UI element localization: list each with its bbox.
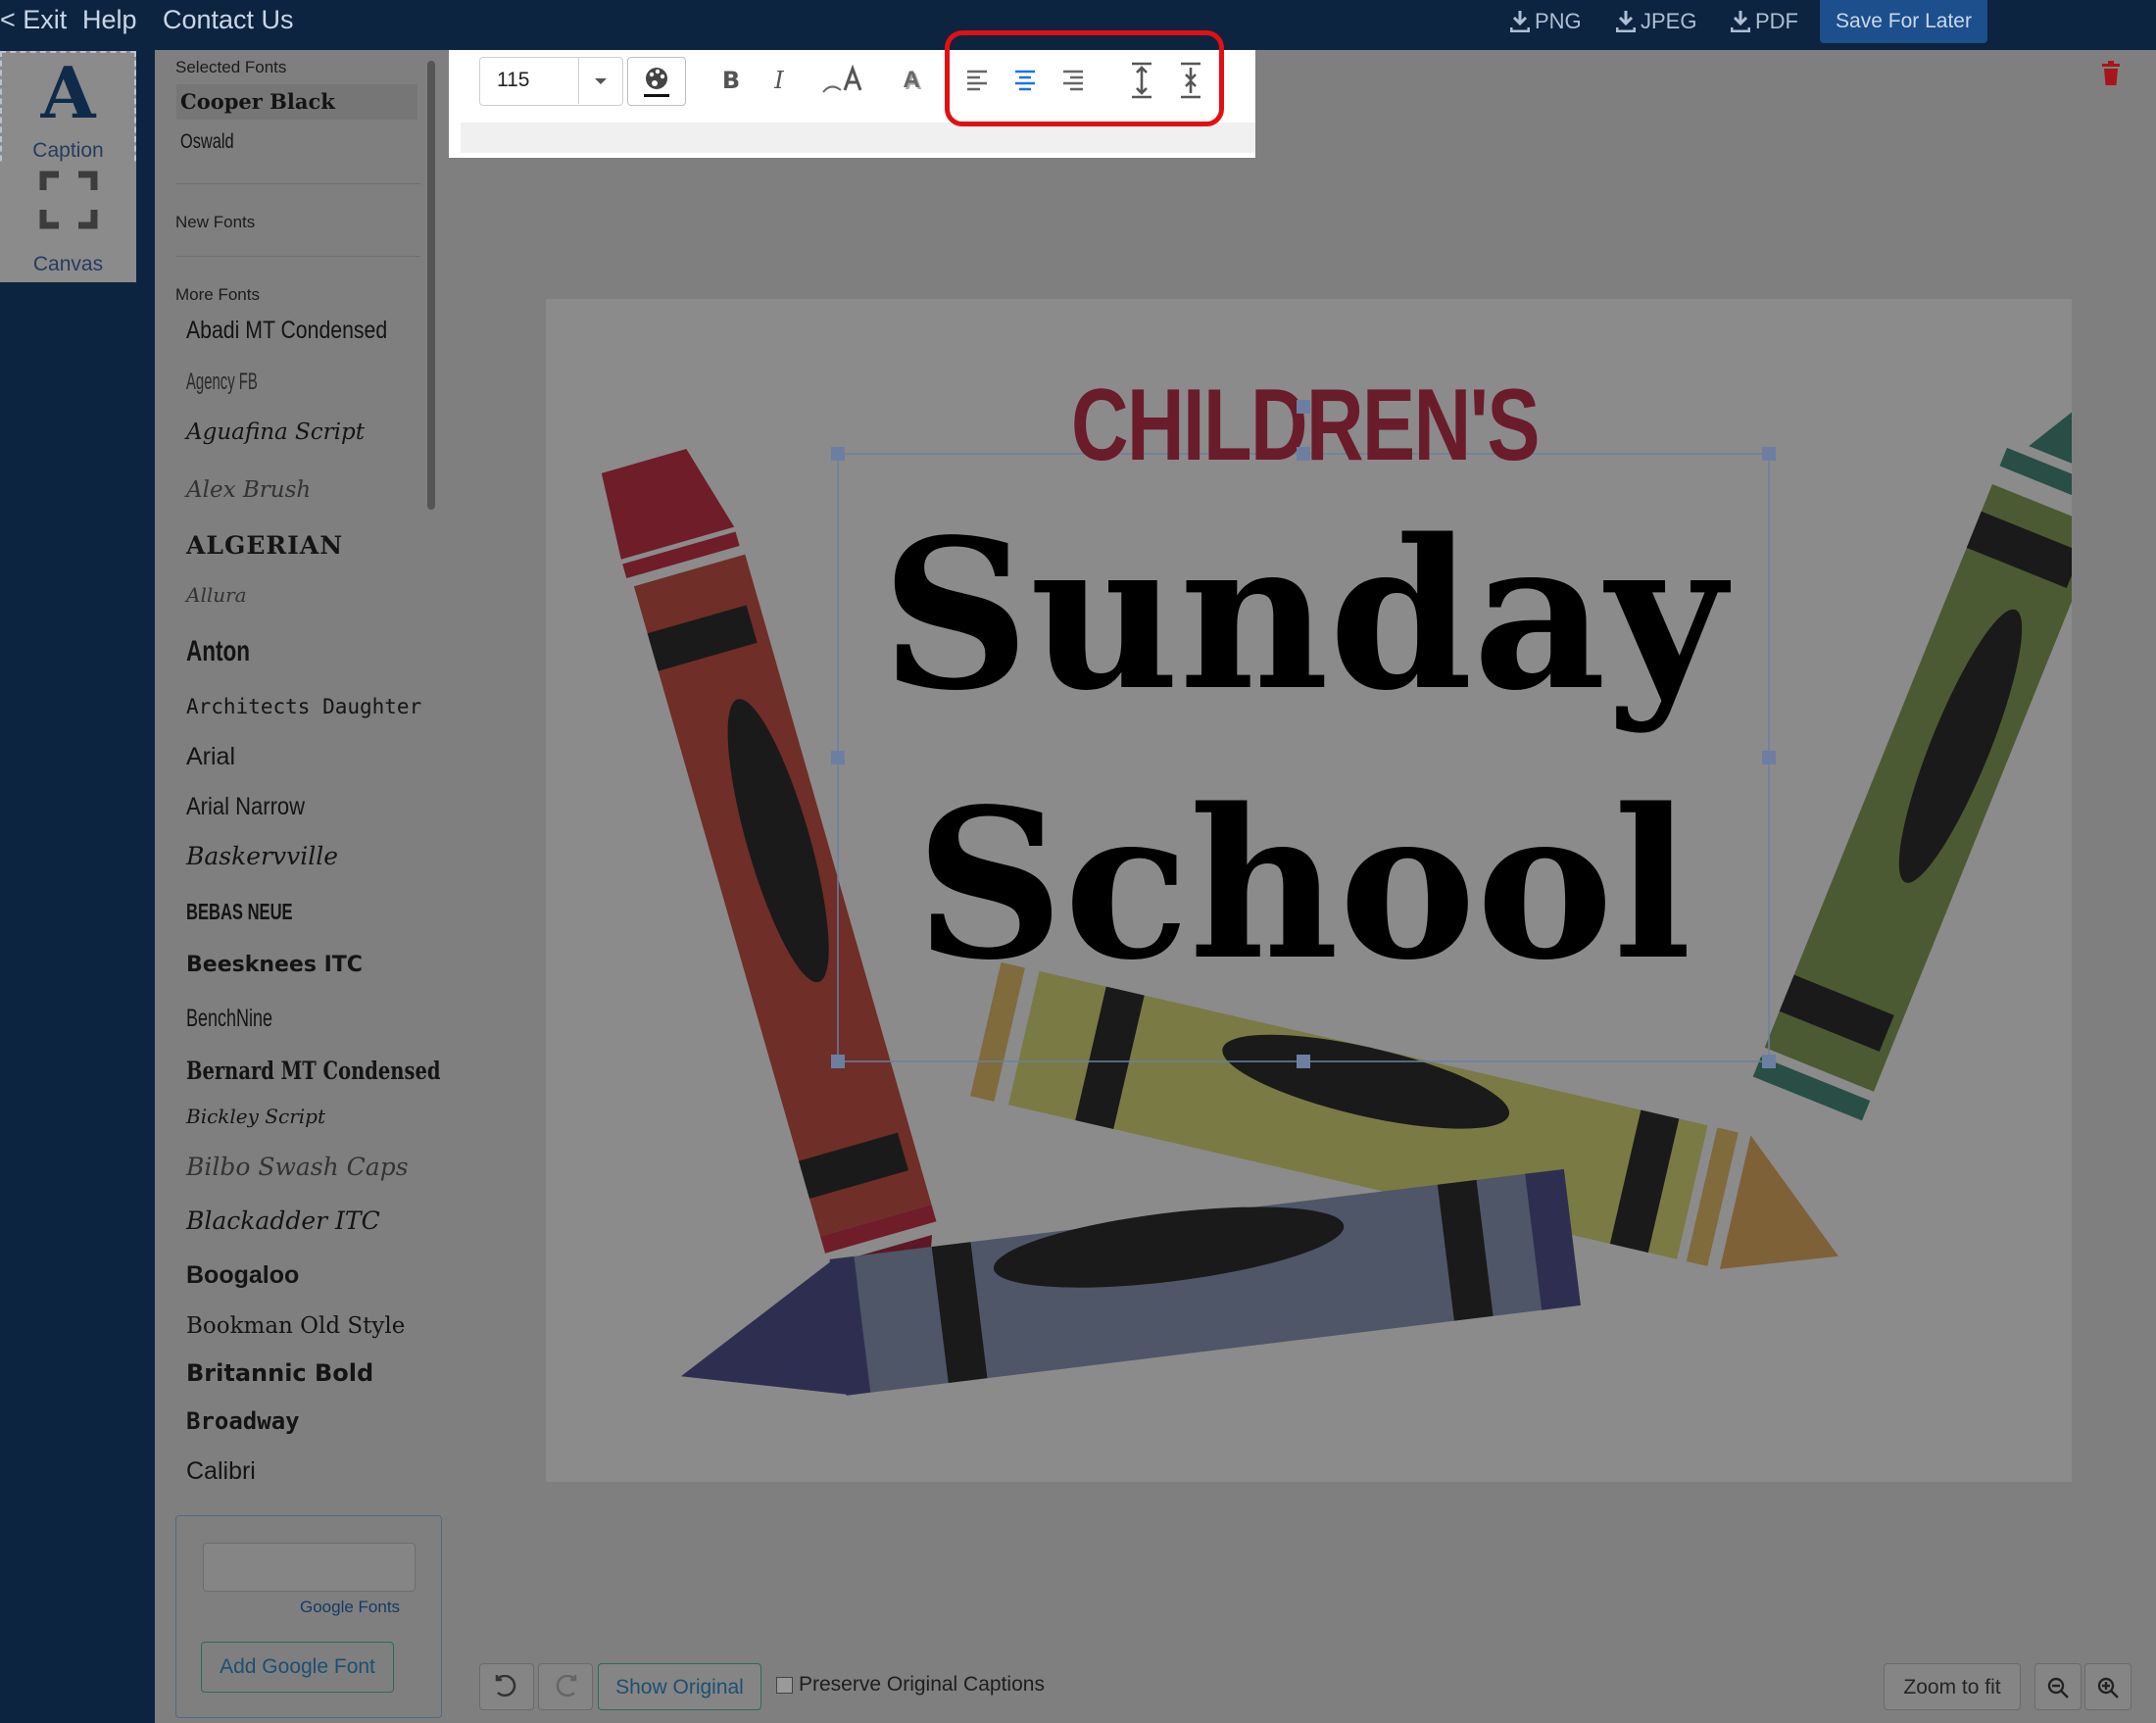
resize-handle[interactable] [831, 751, 845, 764]
headline-school[interactable]: School [838, 779, 1769, 990]
text-shadow-button[interactable]: A [897, 66, 926, 95]
download-png-button[interactable]: PNG [1510, 6, 1582, 37]
undo-icon [495, 1675, 516, 1698]
font-panel-scrollbar[interactable] [427, 61, 435, 510]
toolbar-lower-strip [461, 123, 1255, 153]
font-item[interactable]: Anton [186, 635, 250, 668]
more-fonts-header: More Fonts [175, 285, 260, 304]
rotate-handle[interactable] [1297, 400, 1310, 414]
redo-icon [556, 1675, 577, 1698]
zoom-in-button[interactable] [2084, 1663, 2132, 1710]
zoom-in-icon [2097, 1678, 2119, 1699]
font-size-dropdown[interactable] [578, 57, 622, 104]
help-link[interactable]: Help [82, 0, 137, 39]
font-item[interactable]: Beesknees ITC [186, 953, 363, 977]
resize-handle[interactable] [1297, 1055, 1310, 1068]
font-item[interactable]: BEBAS NEUE [186, 899, 293, 925]
font-item[interactable]: Bookman Old Style [186, 1313, 405, 1339]
selected-fonts-header: Selected Fonts [175, 58, 287, 76]
canvas-label: Canvas [32, 253, 104, 275]
zoom-to-fit-button[interactable]: Zoom to fit [1884, 1663, 2021, 1710]
caption-icon: A [40, 51, 96, 134]
headline-sunday[interactable]: Sunday [838, 510, 1769, 720]
curve-text-button[interactable] [821, 64, 868, 96]
font-item-oswald[interactable]: Oswald [180, 130, 234, 154]
redo-button[interactable] [538, 1663, 593, 1710]
canvas-tool[interactable]: Canvas [0, 163, 136, 282]
zoom-out-button[interactable] [2034, 1663, 2082, 1710]
headline-childrens[interactable]: CHILDREN'S [1071, 368, 1540, 484]
google-font-input[interactable] [203, 1543, 416, 1592]
preserve-captions-checkbox[interactable] [776, 1677, 793, 1694]
font-item[interactable]: Calibri [186, 1457, 256, 1486]
font-item[interactable]: ALGERIAN [186, 531, 343, 560]
undo-button[interactable] [479, 1663, 534, 1710]
font-item[interactable]: Boogaloo [186, 1261, 299, 1290]
font-item[interactable]: Aguafina Script [186, 419, 365, 445]
download-icon [1510, 11, 1530, 32]
font-item-cooper-black[interactable]: Cooper Black [180, 89, 335, 114]
font-item[interactable]: BenchNine [186, 1005, 272, 1033]
font-item[interactable]: Agency FB [186, 369, 258, 396]
text-color-button[interactable] [627, 57, 686, 106]
design-canvas[interactable]: CHILDREN'S Sunday School [546, 299, 2072, 1482]
contact-link[interactable]: Contact Us [163, 0, 294, 39]
download-icon [1616, 11, 1636, 32]
font-item[interactable]: Broadway [186, 1407, 300, 1435]
fullscreen-icon [39, 171, 97, 229]
font-size-value: 115 [497, 69, 530, 91]
font-item[interactable]: Britannic Bold [186, 1359, 373, 1387]
bold-button[interactable]: B [716, 66, 746, 95]
font-item[interactable]: Abadi MT Condensed [186, 317, 387, 345]
font-item[interactable]: Bickley Script [186, 1105, 325, 1128]
divider [175, 183, 420, 184]
add-google-font-button[interactable]: Add Google Font [201, 1642, 394, 1693]
zoom-out-icon [2047, 1678, 2069, 1699]
font-item[interactable]: Blackadder ITC [186, 1206, 380, 1235]
resize-handle[interactable] [831, 447, 845, 461]
tool-rail [0, 50, 155, 1723]
download-jpeg-button[interactable]: JPEG [1616, 6, 1696, 37]
font-item[interactable]: Baskervville [186, 842, 338, 870]
caption-tool[interactable]: A Caption [0, 51, 136, 171]
resize-handle[interactable] [831, 1055, 845, 1068]
save-for-later-button[interactable]: Save For Later [1820, 0, 1987, 43]
resize-handle[interactable] [1297, 447, 1310, 461]
caret-down-icon [595, 78, 607, 84]
trash-icon[interactable] [2100, 61, 2122, 86]
font-item[interactable]: Architects Daughter [186, 695, 421, 718]
exit-link[interactable]: < Exit [0, 0, 67, 39]
font-item[interactable]: Bilbo Swash Caps [186, 1153, 409, 1181]
download-pdf-button[interactable]: PDF [1731, 6, 1798, 37]
new-fonts-header: New Fonts [175, 213, 256, 231]
font-item[interactable]: Arial Narrow [186, 793, 305, 821]
caption-label: Caption [32, 139, 104, 162]
font-item[interactable]: Bernard MT Condensed [186, 1057, 441, 1085]
jpeg-label: JPEG [1641, 9, 1697, 33]
png-label: PNG [1535, 9, 1582, 33]
preserve-captions-label: Preserve Original Captions [799, 1673, 1045, 1696]
pdf-label: PDF [1755, 9, 1798, 33]
font-item[interactable]: Allura [186, 583, 247, 607]
resize-handle[interactable] [1762, 1055, 1776, 1068]
palette-icon [644, 68, 669, 97]
font-item[interactable]: Alex Brush [186, 477, 311, 503]
curve-text-icon [822, 64, 862, 93]
google-fonts-link[interactable]: Google Fonts [300, 1598, 400, 1617]
resize-handle[interactable] [1762, 447, 1776, 461]
download-icon [1731, 11, 1750, 32]
italic-button[interactable]: I [764, 66, 794, 95]
highlight-annotation [945, 30, 1224, 126]
font-item[interactable]: Arial [186, 743, 235, 771]
show-original-button[interactable]: Show Original [598, 1663, 761, 1710]
divider [175, 256, 420, 257]
resize-handle[interactable] [1762, 751, 1776, 764]
